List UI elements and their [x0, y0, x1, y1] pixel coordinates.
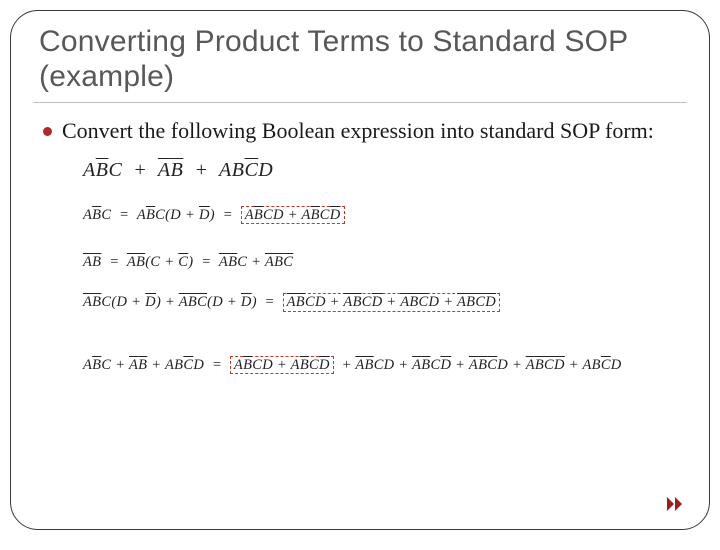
math-content: ABC + AB + ABCD ABC = ABC(D + D) = ABCD …: [83, 159, 681, 374]
final-expression: ABC + AB + ABCD = ABCD + ABCD + ABCD + A…: [83, 356, 681, 374]
step2-result-box: ABCD + ABCD + ABCD + ABCD: [283, 293, 500, 311]
slide-title: Converting Product Terms to Standard SOP…: [39, 25, 681, 94]
main-expression: ABC + AB + ABCD: [83, 159, 681, 182]
forward-icon[interactable]: [667, 497, 683, 511]
final-box1: ABCD + ABCD: [230, 356, 334, 374]
slide-frame: Converting Product Terms to Standard SOP…: [10, 10, 710, 530]
step1-result-box: ABCD + ABCD: [241, 206, 345, 224]
bullet-dot-icon: [43, 127, 52, 136]
title-divider: [33, 102, 687, 103]
bullet-text: Convert the following Boolean expression…: [62, 117, 654, 145]
step2-line1: AB = AB(C + C) = ABC + ABC: [83, 254, 681, 271]
step2-line2: ABC(D + D) + ABC(D + D) = ABCD + ABCD + …: [83, 293, 681, 311]
bullet-item: Convert the following Boolean expression…: [43, 117, 677, 145]
step1-expression: ABC = ABC(D + D) = ABCD + ABCD: [83, 206, 681, 224]
